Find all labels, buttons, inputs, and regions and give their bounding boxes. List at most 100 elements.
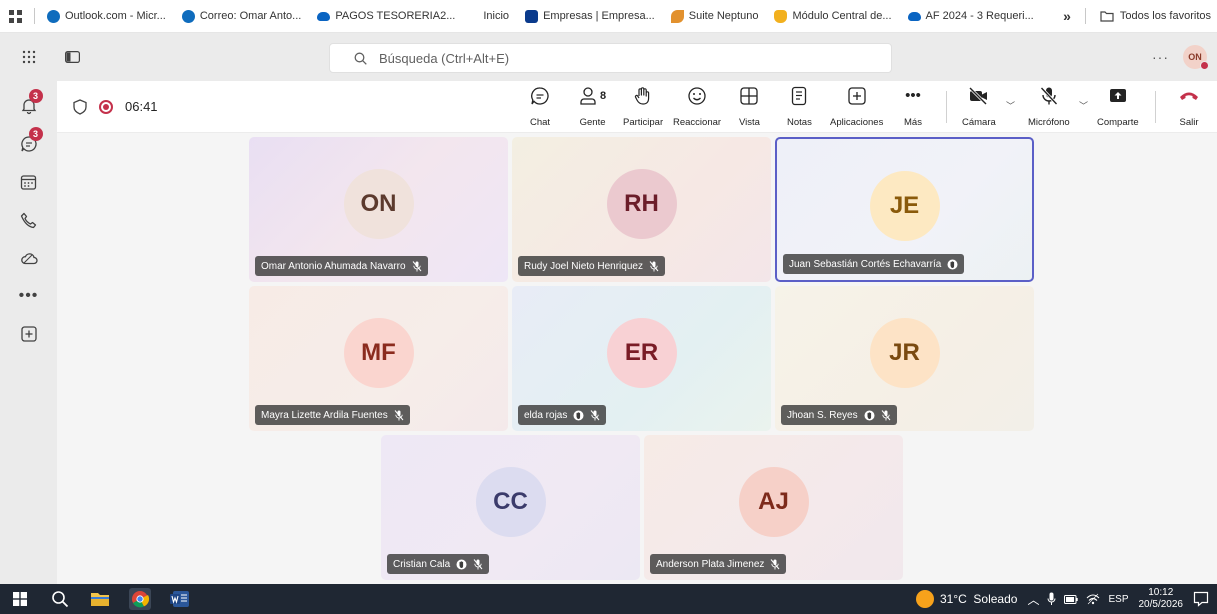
rail-item-add-apps[interactable] xyxy=(9,315,49,353)
more-horizontal-icon: ••• xyxy=(905,87,921,104)
participant-tile[interactable]: ON Omar Antonio Ahumada Navarro xyxy=(249,137,508,282)
participant-name-tag: Rudy Joel Nieto Henriquez xyxy=(518,256,665,276)
participant-tile[interactable]: AJ Anderson Plata Jimenez xyxy=(644,435,903,580)
leave-call-button[interactable]: Salir xyxy=(1178,86,1200,128)
participant-tile[interactable]: JR Jhoan S. Reyes xyxy=(775,286,1034,431)
people-icon xyxy=(580,87,596,105)
participant-name-tag: Anderson Plata Jimenez xyxy=(650,554,787,574)
participant-tile-active-speaker[interactable]: JE Juan Sebastián Cortés Echavarría xyxy=(775,137,1034,282)
rail-item-more-apps[interactable]: ••• xyxy=(9,277,49,315)
participant-name-tag: elda rojas xyxy=(518,405,607,425)
notifications-icon[interactable] xyxy=(1193,591,1209,607)
participant-initials: ER xyxy=(624,339,659,366)
notes-button[interactable]: Notas xyxy=(787,86,812,128)
bookmark-suite-neptuno[interactable]: Suite Neptuno xyxy=(663,0,767,33)
bookmarks-right: » Todos los favoritos xyxy=(1063,8,1217,24)
participant-name-tag: Cristian Cala xyxy=(387,554,490,574)
more-label: Más xyxy=(904,117,922,128)
all-favorites-folder[interactable]: Todos los favoritos xyxy=(1100,10,1211,22)
participant-initials: AJ xyxy=(758,488,789,515)
control-divider xyxy=(1155,91,1156,123)
activity-badge: 3 xyxy=(28,89,43,103)
participant-name: Rudy Joel Nieto Henriquez xyxy=(524,260,643,272)
react-label: Reaccionar xyxy=(673,117,722,128)
taskbar-search-icon[interactable] xyxy=(40,584,80,614)
camera-label: Cámara xyxy=(962,117,996,128)
participant-name-tag: Juan Sebastián Cortés Echavarría xyxy=(783,254,965,274)
bookmark-af-2024[interactable]: AF 2024 - 3 Requeri... xyxy=(900,0,1042,33)
bookmarks-overflow-button[interactable]: » xyxy=(1063,8,1071,24)
bookmark-correo[interactable]: Correo: Omar Anto... xyxy=(174,0,309,33)
hang-up-icon xyxy=(1180,92,1198,100)
calendar-icon xyxy=(20,174,37,190)
bookmarks-divider xyxy=(34,8,35,24)
app-launcher-icon[interactable] xyxy=(0,50,57,64)
camera-options-chevron-down-icon[interactable]: ﹀ xyxy=(1006,99,1015,112)
meeting-info: 06:41 xyxy=(57,98,158,115)
participant-tile[interactable]: RH Rudy Joel Nieto Henriquez xyxy=(512,137,771,282)
bookmarks-divider xyxy=(1084,8,1086,24)
react-button[interactable]: Reaccionar xyxy=(673,86,721,128)
bookmark-inicio[interactable]: Inicio xyxy=(463,0,517,33)
bookmark-pagos-tesoreria[interactable]: PAGOS TESORERIA2... xyxy=(309,0,463,33)
people-button[interactable]: 8 Gente xyxy=(579,86,606,128)
battery-icon[interactable] xyxy=(1064,594,1079,604)
share-label: Comparte xyxy=(1097,117,1139,128)
raise-hand-button[interactable]: Participar xyxy=(623,86,663,128)
rail-item-chat[interactable]: 3 xyxy=(9,125,49,163)
apps-button[interactable]: Aplicaciones xyxy=(830,86,883,128)
recording-indicator-icon xyxy=(99,99,113,114)
participant-avatar: ON xyxy=(343,169,414,239)
participant-name: Jhoan S. Reyes xyxy=(787,409,858,421)
chat-badge: 3 xyxy=(28,127,43,141)
add-app-icon xyxy=(848,87,866,105)
language-indicator[interactable]: ESP xyxy=(1108,594,1128,605)
mic-options-chevron-down-icon[interactable]: ﹀ xyxy=(1079,99,1088,112)
participant-tile[interactable]: MF Mayra Lizette Ardila Fuentes xyxy=(249,286,508,431)
rail-item-activity[interactable]: 3 xyxy=(9,87,49,125)
participant-name: Omar Antonio Ahumada Navarro xyxy=(261,260,406,272)
microphone-icon[interactable] xyxy=(1047,592,1056,606)
microphone-off-icon xyxy=(649,260,659,271)
rail-item-onedrive[interactable] xyxy=(9,239,49,277)
teams-title-bar: Búsqueda (Ctrl+Alt+E) ··· ON xyxy=(0,33,1217,81)
user-avatar[interactable]: ON xyxy=(1183,45,1209,70)
shield-icon[interactable] xyxy=(73,98,87,115)
chat-button[interactable]: Chat xyxy=(530,86,550,128)
microphone-off-icon xyxy=(881,409,890,420)
microphone-button[interactable]: Micrófono xyxy=(1028,86,1070,128)
side-panel-toggle-icon[interactable] xyxy=(57,51,87,63)
tray-expand-chevron-up-icon[interactable]: ︿ xyxy=(1027,591,1039,608)
bookmark-empresas[interactable]: Empresas | Empresa... xyxy=(517,0,663,33)
settings-more-button[interactable]: ··· xyxy=(1152,49,1169,65)
participant-tile[interactable]: CC Cristian Cala xyxy=(381,435,640,580)
more-horizontal-icon: ••• xyxy=(18,287,39,304)
participant-name-tag: Jhoan S. Reyes xyxy=(781,405,897,425)
more-actions-button[interactable]: ••• Más xyxy=(904,86,922,128)
weather-text: 31°C Soleado xyxy=(939,592,1018,606)
rail-item-calls[interactable] xyxy=(9,201,49,239)
bookmark-modulo-central[interactable]: Módulo Central de... xyxy=(766,0,899,33)
search-input[interactable]: Búsqueda (Ctrl+Alt+E) xyxy=(329,43,892,73)
teams-app-icon[interactable] xyxy=(160,584,200,614)
file-explorer-icon[interactable] xyxy=(80,584,120,614)
system-clock[interactable]: 10:12 20/5/2026 xyxy=(1139,587,1184,611)
view-button[interactable]: Vista xyxy=(739,86,760,128)
bookmark-outlook-com[interactable]: Outlook.com - Micr... xyxy=(39,0,174,33)
chrome-browser-icon[interactable] xyxy=(120,584,160,614)
participant-avatar: RH xyxy=(606,169,677,239)
left-app-rail: 3 3 ••• xyxy=(0,81,57,584)
share-screen-icon xyxy=(1109,89,1126,102)
wifi-icon[interactable] xyxy=(1086,593,1100,605)
participant-tile[interactable]: ER elda rojas xyxy=(512,286,771,431)
share-button[interactable]: Comparte xyxy=(1097,86,1139,128)
camera-button[interactable]: Cámara xyxy=(962,86,996,128)
mic-label: Micrófono xyxy=(1028,117,1070,128)
windows-start-icon[interactable] xyxy=(0,584,40,614)
meeting-timer: 06:41 xyxy=(125,99,158,114)
apps-grid-icon[interactable] xyxy=(0,0,30,33)
raise-hand-icon xyxy=(634,87,650,105)
rail-item-calendar[interactable] xyxy=(9,163,49,201)
weather-widget[interactable]: 31°C Soleado xyxy=(915,590,1018,608)
microphone-off-icon xyxy=(771,558,780,569)
